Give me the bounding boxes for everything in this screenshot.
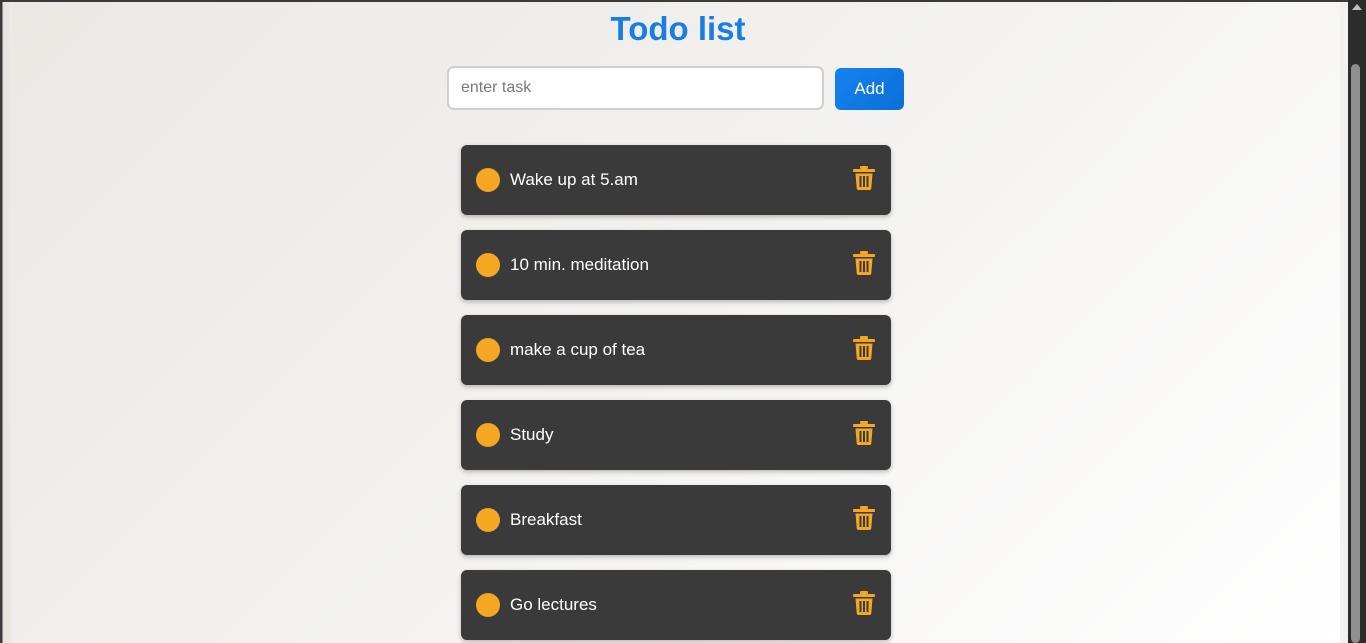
todo-text: Breakfast	[510, 510, 582, 529]
complete-toggle-icon[interactable]	[476, 423, 500, 447]
todo-text: 10 min. meditation	[510, 255, 649, 274]
page-title: Todo list	[610, 10, 746, 47]
complete-toggle-icon[interactable]	[476, 168, 500, 192]
page-edge	[1340, 2, 1348, 643]
trash-icon[interactable]	[853, 421, 875, 445]
scroll-up-arrow-icon[interactable]	[1352, 4, 1362, 10]
trash-icon[interactable]	[853, 591, 875, 615]
todo-text: Go lectures	[510, 595, 597, 614]
app-viewport: Todo list Add Wake up at 5.am 10 min. me…	[2, 2, 1348, 643]
todo-text: Study	[510, 425, 554, 444]
trash-icon[interactable]	[853, 166, 875, 190]
complete-toggle-icon[interactable]	[476, 508, 500, 532]
task-input[interactable]	[447, 66, 824, 110]
complete-toggle-icon[interactable]	[476, 593, 500, 617]
complete-toggle-icon[interactable]	[476, 253, 500, 277]
todo-item: Wake up at 5.am	[461, 145, 891, 215]
todo-item: Breakfast	[461, 485, 891, 555]
trash-icon[interactable]	[853, 506, 875, 530]
window-frame	[0, 0, 12, 643]
window-frame-top	[0, 0, 1348, 2]
todo-text: make a cup of tea	[510, 340, 646, 359]
add-button[interactable]: Add	[835, 68, 904, 110]
trash-icon[interactable]	[853, 251, 875, 275]
scrollbar-thumb[interactable]	[1351, 64, 1360, 643]
todo-list: Wake up at 5.am 10 min. meditation make …	[461, 145, 891, 643]
todo-item: Study	[461, 400, 891, 470]
todo-item: make a cup of tea	[461, 315, 891, 385]
complete-toggle-icon[interactable]	[476, 338, 500, 362]
todo-item: Go lectures	[461, 570, 891, 640]
todo-text: Wake up at 5.am	[510, 170, 638, 189]
trash-icon[interactable]	[853, 336, 875, 360]
todo-item: 10 min. meditation	[461, 230, 891, 300]
